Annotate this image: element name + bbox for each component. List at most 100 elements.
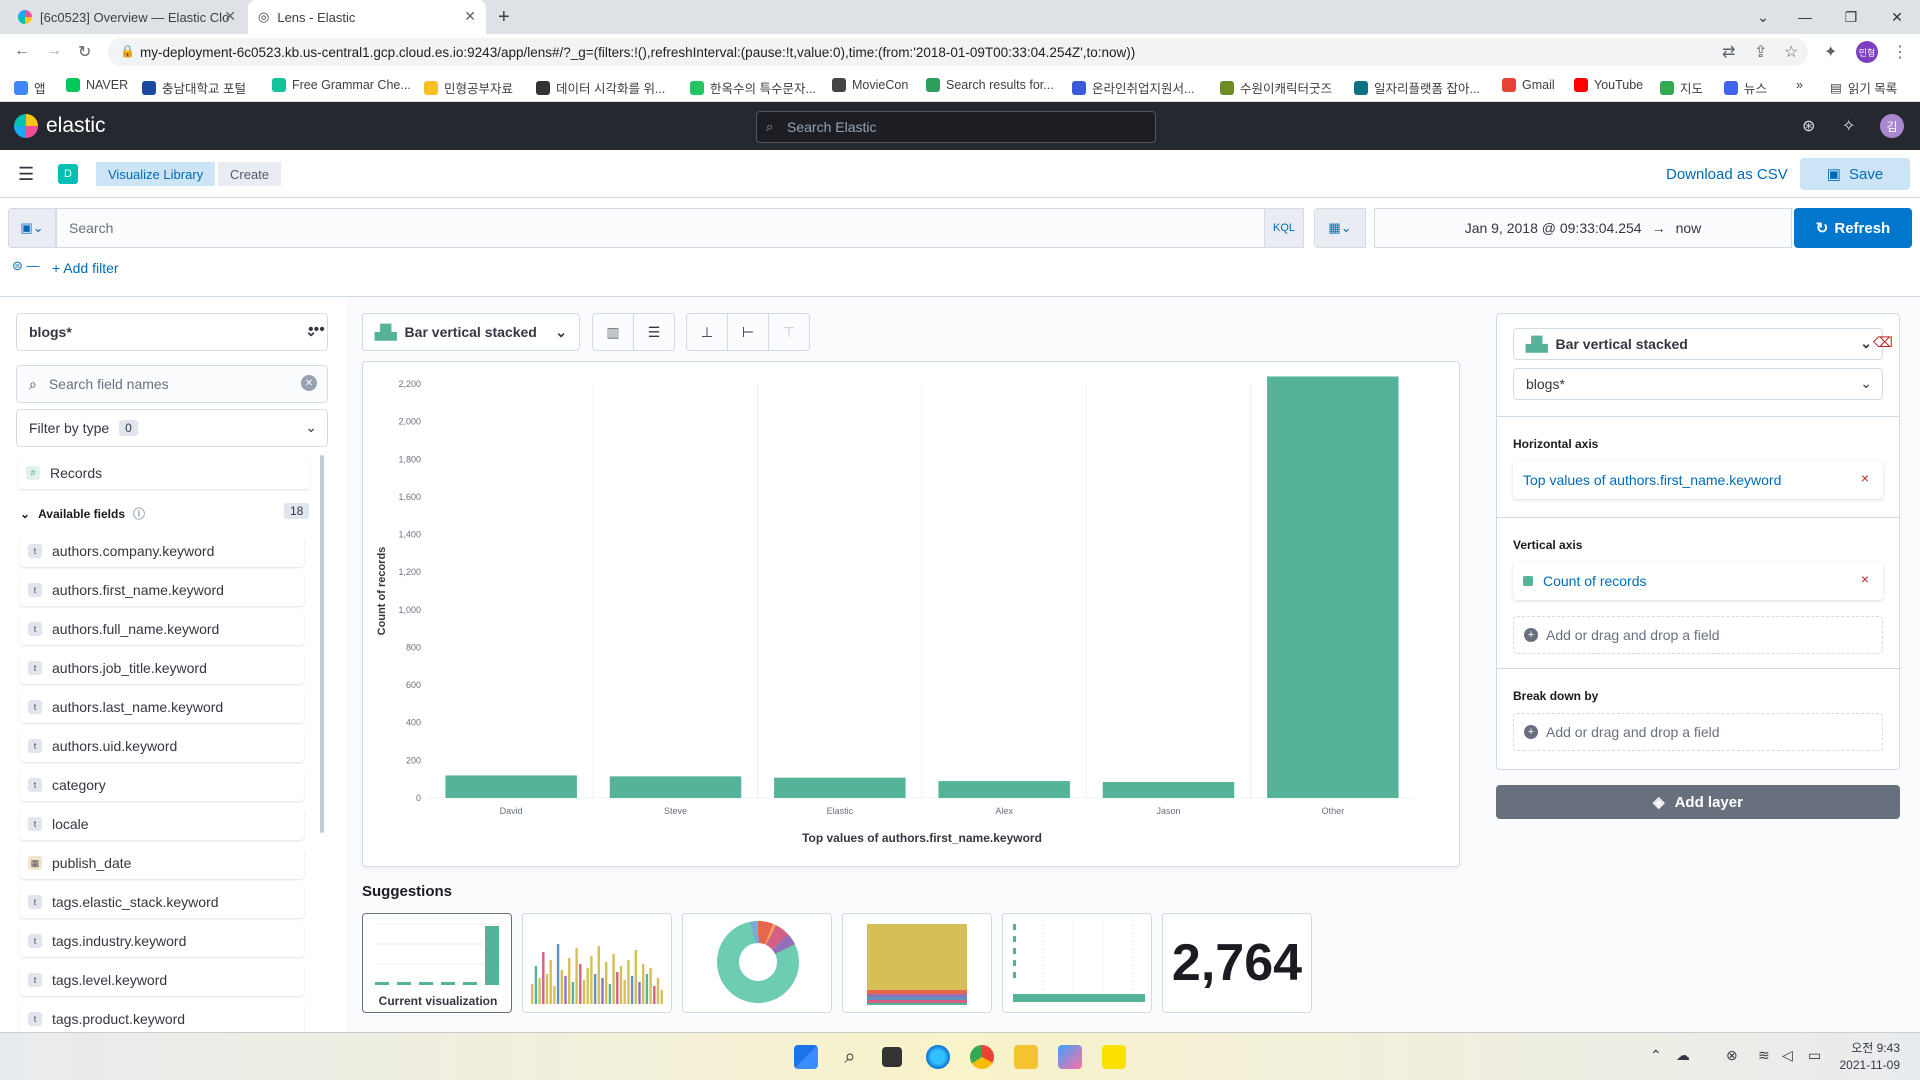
forward-icon[interactable]: → [46, 42, 62, 60]
help-icon[interactable]: ⊛ [1802, 116, 1815, 136]
bookmark-item[interactable]: Free Grammar Che... [272, 78, 411, 92]
date-range-picker[interactable]: Jan 9, 2018 @ 09:33:04.254 → now [1374, 208, 1792, 248]
vertical-axis-add-field[interactable]: + Add or drag and drop a field [1513, 616, 1883, 654]
search-field-names-input[interactable]: ⌕ Search field names ✕ [16, 365, 328, 403]
minimize-icon[interactable]: — [1782, 0, 1828, 34]
field-item[interactable]: t authors.last_name.keyword [20, 691, 304, 723]
tab-lens[interactable]: ◎ Lens - Elastic ✕ [248, 0, 486, 34]
extensions-icon[interactable]: ✦ [1824, 42, 1837, 62]
close-tab-icon[interactable]: ✕ [224, 8, 236, 25]
kql-toggle[interactable]: KQL [1264, 208, 1304, 248]
bottom-axis-button[interactable]: ⊢ [727, 313, 769, 351]
field-item[interactable]: t authors.company.keyword [20, 535, 304, 567]
layer-chart-type-select[interactable]: ▟▙ Bar vertical stacked ⌄ [1513, 328, 1883, 360]
more-options-icon[interactable]: ••• [308, 321, 325, 339]
field-list-scrollbar[interactable] [320, 455, 324, 833]
taskbar-clock[interactable]: 오전 9:43 2021-11-09 [1836, 1039, 1901, 1072]
visual-options-button[interactable]: ▥ [592, 313, 634, 351]
field-item[interactable]: t tags.industry.keyword [20, 925, 304, 957]
field-item[interactable]: t authors.uid.keyword [20, 730, 304, 762]
wifi-icon[interactable]: ≋ [1758, 1047, 1770, 1064]
menu-kebab-icon[interactable]: ⋮ [1892, 42, 1908, 62]
close-circle-icon[interactable]: ⊗ [1726, 1047, 1738, 1064]
reading-list[interactable]: ▤ 읽기 목록 [1830, 78, 1897, 97]
field-item[interactable]: t authors.first_name.keyword [20, 574, 304, 606]
layer-index-pattern-select[interactable]: blogs* ⌄ [1513, 368, 1883, 400]
field-item[interactable]: t tags.product.keyword [20, 1003, 304, 1035]
bookmark-item[interactable]: 충남대학교 포털 [142, 78, 246, 97]
user-avatar[interactable]: 김 [1880, 114, 1904, 138]
space-badge[interactable]: D [58, 164, 78, 184]
bookmark-item[interactable]: 앱 [14, 78, 46, 97]
hamburger-menu-icon[interactable]: ☰ [18, 164, 34, 185]
quick-date-picker[interactable]: ▦⌄ [1314, 208, 1366, 248]
bookmark-item[interactable]: 일자리플랫폼 잡아... [1354, 78, 1480, 97]
bookmark-item[interactable]: 민형공부자료 [424, 78, 513, 97]
break-down-add-field[interactable]: + Add or drag and drop a field [1513, 713, 1883, 751]
suggestion-horizontal-bar[interactable] [1002, 913, 1152, 1013]
chrome-icon[interactable] [970, 1045, 994, 1069]
bookmark-star-icon[interactable]: ☆ [1784, 42, 1798, 62]
bookmark-item[interactable]: YouTube [1574, 78, 1643, 92]
remove-dimension-icon[interactable]: × [1861, 470, 1869, 486]
profile-avatar[interactable]: 민형 [1856, 41, 1878, 63]
saved-query-button[interactable]: ▣⌄ [8, 208, 56, 248]
bookmark-item[interactable]: MovieCon [832, 78, 908, 92]
chart-type-switcher[interactable]: ▟▙ Bar vertical stacked ⌄ [362, 313, 580, 351]
date-start[interactable]: Jan 9, 2018 @ 09:33:04.254 [1465, 220, 1642, 236]
file-explorer-icon[interactable] [1014, 1045, 1038, 1069]
field-item[interactable]: t authors.job_title.keyword [20, 652, 304, 684]
suggestion-donut[interactable] [682, 913, 832, 1013]
bookmark-item[interactable]: 수원이캐릭터굿즈 [1220, 78, 1332, 97]
filter-by-type-button[interactable]: Filter by type 0 ⌄ [16, 409, 328, 447]
taskbar-search-icon[interactable]: ⌕ [838, 1045, 862, 1069]
global-search-input[interactable]: ⌕ Search Elastic [756, 111, 1156, 143]
url-input[interactable]: 🔒 my-deployment-6c0523.kb.us-central1.gc… [108, 38, 1808, 66]
volume-icon[interactable]: ◁ [1782, 1047, 1793, 1064]
breadcrumb-visualize-library[interactable]: Visualize Library [96, 162, 216, 186]
filter-options-icon[interactable]: ⊜ — [12, 258, 40, 274]
bookmark-item[interactable]: 온라인취업지원서... [1072, 78, 1194, 97]
bookmark-item[interactable]: Gmail [1502, 78, 1555, 92]
legend-options-button[interactable]: ☰ [633, 313, 675, 351]
field-item[interactable]: t authors.full_name.keyword [20, 613, 304, 645]
field-item[interactable]: t tags.elastic_stack.keyword [20, 886, 304, 918]
bookmarks-more[interactable]: » [1796, 78, 1803, 92]
available-fields-toggle[interactable]: ⌄ Available fields ⓘ [20, 505, 145, 522]
new-tab-button[interactable]: + [498, 6, 510, 29]
index-pattern-select[interactable]: blogs* ⌄ [16, 313, 328, 351]
close-tab-icon[interactable]: ✕ [464, 8, 476, 25]
close-window-icon[interactable]: ✕ [1874, 0, 1920, 34]
translate-icon[interactable]: ⇄ [1722, 42, 1735, 62]
add-layer-button[interactable]: ◈ Add layer [1496, 785, 1900, 819]
vertical-axis-dimension[interactable]: Count of records × [1513, 562, 1883, 600]
query-search-input[interactable]: Search [56, 208, 1272, 248]
tab-search-icon[interactable]: ⌄ [1740, 0, 1786, 34]
bookmark-item[interactable]: 뉴스 [1724, 78, 1767, 97]
bookmark-item[interactable]: Search results for... [926, 78, 1054, 92]
newsfeed-icon[interactable]: ✧ [1842, 116, 1855, 136]
tab-elastic-overview[interactable]: [6c0523] Overview — Elastic Clo ✕ [8, 0, 246, 34]
field-item[interactable]: t tags.level.keyword [20, 964, 304, 996]
onedrive-icon[interactable]: ☁ [1676, 1047, 1690, 1064]
maximize-icon[interactable]: ❐ [1828, 0, 1874, 34]
records-field[interactable]: # Records [18, 457, 310, 489]
field-item[interactable]: t locale [20, 808, 304, 840]
bookmark-item[interactable]: NAVER [66, 78, 128, 92]
right-axis-button[interactable]: ⊤ [768, 313, 810, 351]
left-axis-button[interactable]: ⊥ [686, 313, 728, 351]
add-filter-link[interactable]: + Add filter [52, 260, 119, 276]
suggestion-stacked-bar[interactable] [522, 913, 672, 1013]
horizontal-axis-dimension[interactable]: Top values of authors.first_name.keyword… [1513, 461, 1883, 499]
bookmark-item[interactable]: 데이터 시각화를 위... [536, 78, 665, 97]
date-end[interactable]: now [1676, 220, 1702, 236]
download-csv-link[interactable]: Download as CSV [1666, 166, 1788, 183]
clear-search-icon[interactable]: ✕ [301, 375, 317, 391]
field-item[interactable]: ▦ publish_date [20, 847, 304, 879]
delete-layer-icon[interactable]: ⌫ [1873, 334, 1893, 351]
series-color-swatch[interactable] [1523, 576, 1533, 586]
suggestion-metric[interactable]: 2,764 [1162, 913, 1312, 1013]
windows-start-icon[interactable] [794, 1045, 818, 1069]
suggestion-stacked-area[interactable] [842, 913, 992, 1013]
bookmark-item[interactable]: 지도 [1660, 78, 1703, 97]
